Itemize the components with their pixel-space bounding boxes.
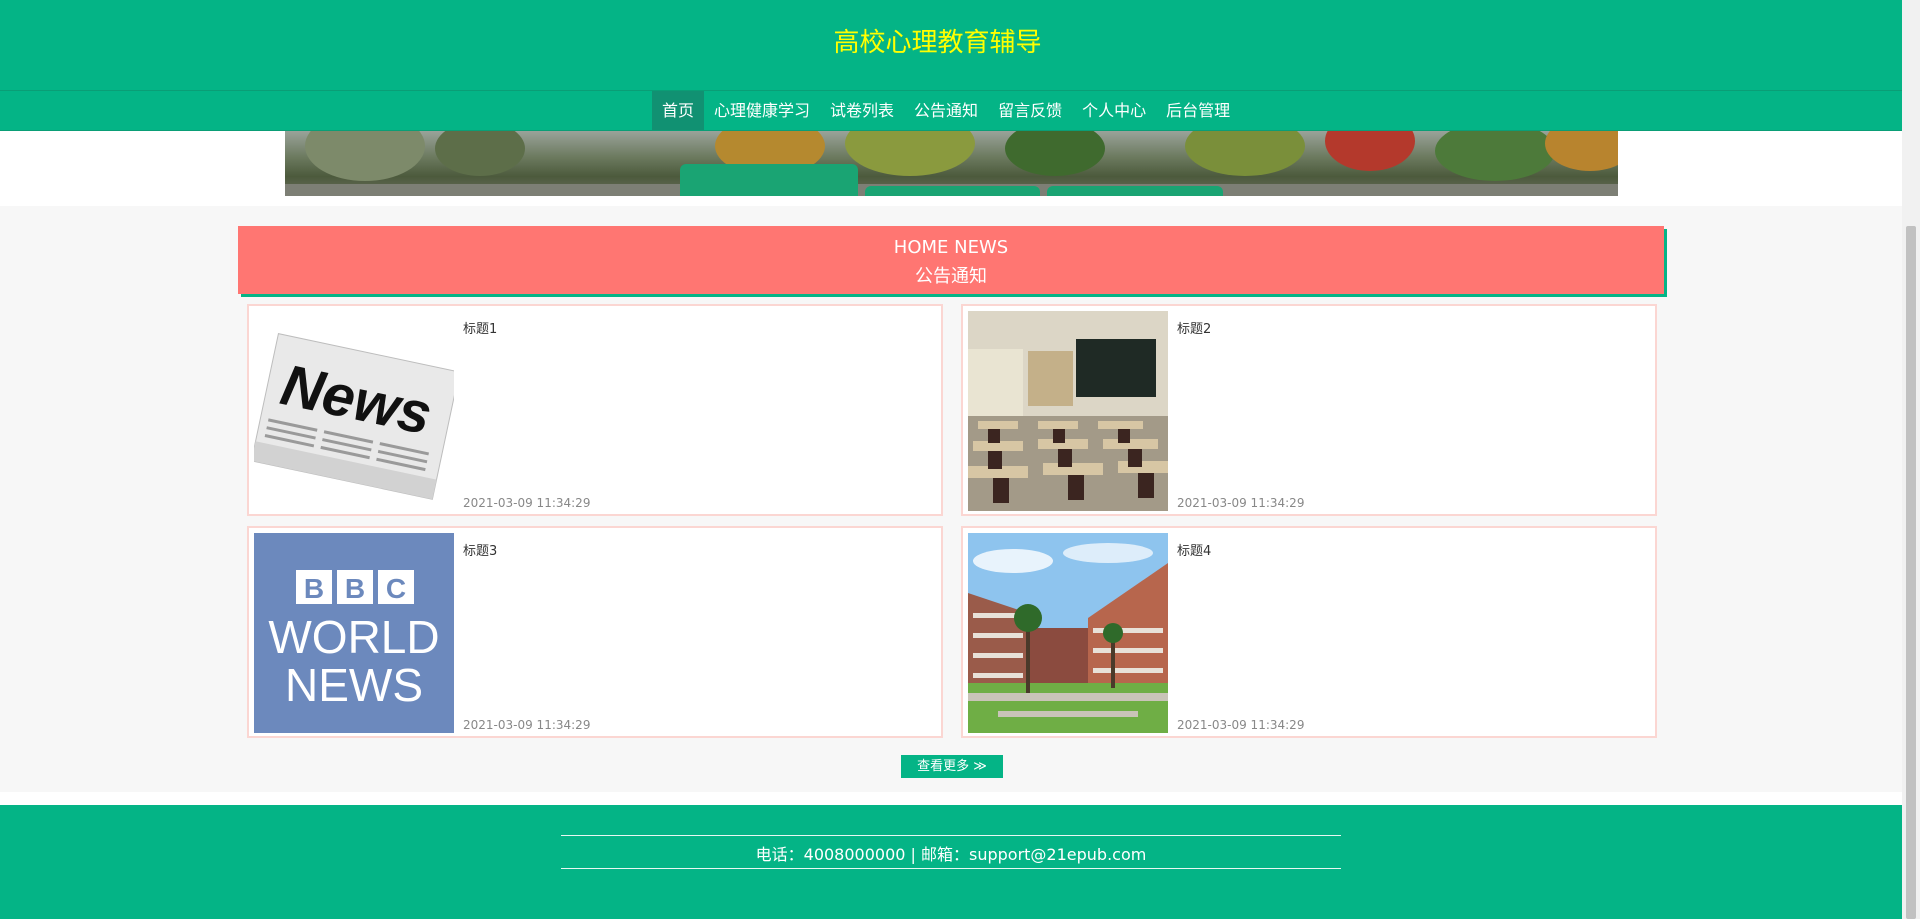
news-card-title[interactable]: 标题4 — [1177, 540, 1211, 559]
nav-item-exam-list[interactable]: 试卷列表 — [820, 91, 904, 130]
news-card[interactable]: 标题2 2021-03-09 11:34:29 — [961, 304, 1657, 516]
news-heading-en: HOME NEWS — [893, 237, 1009, 258]
news-card[interactable]: 标题4 2021-03-09 11:34:29 — [961, 526, 1657, 738]
news-card-title[interactable]: 标题3 — [463, 540, 497, 559]
page-scrollbar[interactable] — [1902, 0, 1920, 919]
nav-item-personal-center[interactable]: 个人中心 — [1072, 91, 1156, 130]
carousel-indicator[interactable] — [1047, 186, 1223, 196]
view-more-button[interactable]: 查看更多 ≫ — [901, 755, 1003, 778]
news-card-title[interactable]: 标题1 — [463, 318, 497, 337]
bbc-letter: B — [345, 573, 365, 604]
nav-item-mental-health-study[interactable]: 心理健康学习 — [704, 91, 820, 130]
news-card-title[interactable]: 标题2 — [1177, 318, 1211, 337]
nav-item-home[interactable]: 首页 — [652, 91, 705, 130]
footer-contact: 电话：4008000000 | 邮箱：support@21epub.com — [755, 845, 1147, 864]
bbc-news-text: NEWS — [285, 659, 423, 711]
bbc-letter: C — [386, 573, 406, 604]
site-header: 高校心理教育辅导 — [0, 0, 1902, 90]
banner-carousel[interactable] — [285, 131, 1618, 196]
nav-item-feedback[interactable]: 留言反馈 — [988, 91, 1072, 130]
scrollbar-thumb[interactable] — [1906, 226, 1916, 919]
news-card-time: 2021-03-09 11:34:29 — [1177, 496, 1305, 510]
site-title: 高校心理教育辅导 — [833, 28, 1042, 58]
bbc-world-news-image[interactable]: B B C WORLD NEWS — [254, 533, 454, 733]
campus-building-image[interactable] — [968, 533, 1168, 733]
site-footer: 电话：4008000000 | 邮箱：support@21epub.com — [0, 805, 1902, 919]
main-nav: 首页 心理健康学习 试卷列表 公告通知 留言反馈 个人中心 后台管理 — [0, 90, 1902, 131]
news-heading-zh: 公告通知 — [915, 266, 987, 287]
footer-divider — [561, 868, 1341, 869]
nav-item-announcements[interactable]: 公告通知 — [904, 91, 988, 130]
bbc-letter: B — [304, 573, 324, 604]
news-card[interactable]: B B C WORLD NEWS 标题3 2021-03-09 11:34:29 — [247, 526, 943, 738]
news-card[interactable]: News 标题1 2021-03-09 11:34:29 — [247, 304, 943, 516]
news-card-time: 2021-03-09 11:34:29 — [463, 718, 591, 732]
newspaper-image[interactable]: News — [254, 311, 454, 511]
news-card-time: 2021-03-09 11:34:29 — [1177, 718, 1305, 732]
carousel-indicator[interactable] — [680, 164, 858, 196]
nav-item-admin[interactable]: 后台管理 — [1156, 91, 1240, 130]
carousel-indicator[interactable] — [865, 186, 1040, 196]
news-section-header: HOME NEWS 公告通知 — [238, 226, 1664, 294]
footer-divider — [561, 835, 1341, 836]
news-section: HOME NEWS 公告通知 News 标题1 2021-03-09 11:34… — [0, 206, 1902, 792]
bbc-world-text: WORLD — [268, 611, 439, 663]
news-card-time: 2021-03-09 11:34:29 — [463, 496, 591, 510]
classroom-image[interactable] — [968, 311, 1168, 511]
